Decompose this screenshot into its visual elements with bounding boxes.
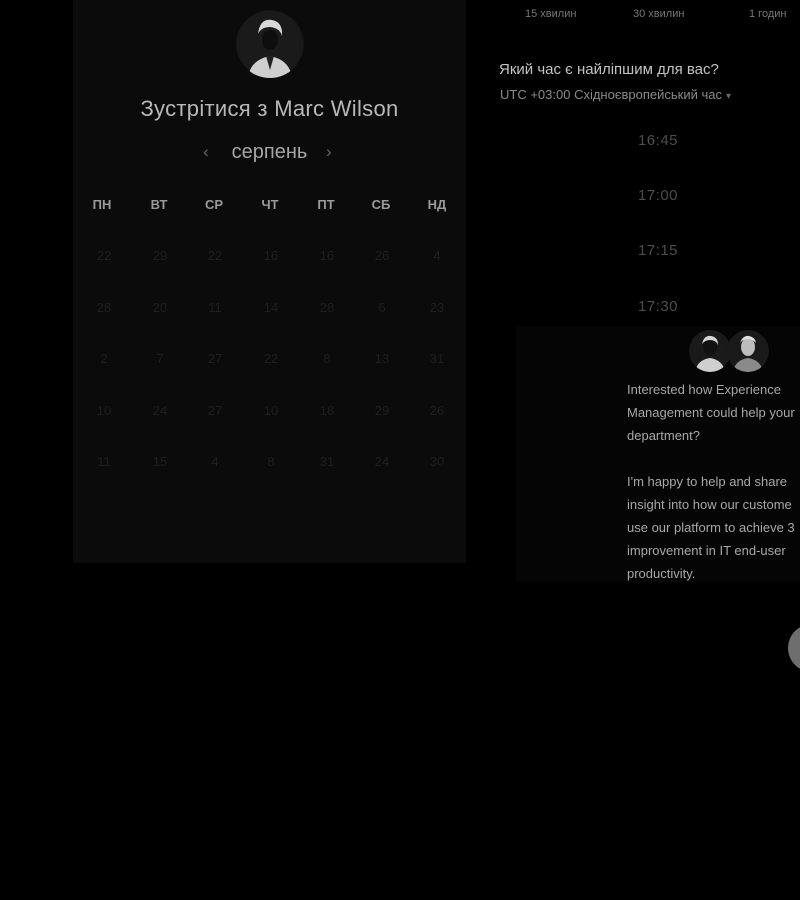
weekday-header: СБ — [371, 197, 391, 212]
calendar-day[interactable]: 13 — [362, 351, 402, 366]
weekday-header: ВТ — [150, 197, 168, 212]
calendar-day[interactable]: 10 — [251, 403, 291, 418]
calendar-day[interactable]: 27 — [195, 403, 235, 418]
time-slot[interactable]: 16:45 — [523, 121, 793, 161]
calendar-day[interactable]: 28 — [307, 300, 347, 315]
page-title: Зустрітися з Marc Wilson — [140, 96, 399, 121]
chat-message: Interested how Experience Management cou… — [627, 382, 795, 443]
time-slot[interactable]: 17:15 — [523, 231, 793, 271]
calendar-day[interactable]: 22 — [251, 351, 291, 366]
calendar-day[interactable]: 26 — [417, 403, 457, 418]
calendar-day[interactable]: 16 — [251, 248, 291, 263]
calendar-day[interactable]: 6 — [362, 300, 402, 315]
calendar-day[interactable]: 4 — [417, 248, 457, 263]
calendar-day[interactable]: 23 — [417, 300, 457, 315]
timezone-select[interactable]: UTC +03:00 Східноєвропейський час ▾ — [500, 87, 731, 102]
calendar-day[interactable]: 7 — [140, 351, 180, 366]
time-slot[interactable]: 17:30 — [523, 287, 793, 327]
calendar-day[interactable]: 29 — [140, 248, 180, 263]
calendar-day[interactable]: 20 — [140, 300, 180, 315]
time-slot[interactable]: 17:00 — [523, 176, 793, 216]
duration-30[interactable]: 30 хвилин — [633, 8, 684, 20]
chat-avatar — [689, 330, 731, 372]
calendar-day[interactable]: 4 — [195, 454, 235, 469]
calendar-day[interactable]: 8 — [251, 454, 291, 469]
caret-down-icon: ▾ — [725, 91, 731, 102]
chat-avatar-icon — [689, 330, 731, 372]
chat-launcher-icon[interactable] — [788, 624, 800, 672]
calendar-day[interactable]: 29 — [362, 403, 402, 418]
calendar-day[interactable]: 11 — [84, 454, 124, 469]
duration-60[interactable]: 1 годин — [749, 8, 786, 20]
chevron-right-icon[interactable]: › — [326, 142, 332, 162]
calendar-day[interactable]: 18 — [307, 403, 347, 418]
calendar-day[interactable]: 24 — [140, 403, 180, 418]
chat-message: I'm happy to help and share insight into… — [627, 474, 795, 581]
calendar-day[interactable]: 11 — [195, 300, 235, 315]
chat-avatar-icon — [727, 330, 769, 372]
calendar-panel — [73, 0, 466, 563]
calendar-day[interactable]: 15 — [140, 454, 180, 469]
weekday-header: ЧТ — [261, 197, 279, 212]
calendar-day[interactable]: 26 — [362, 248, 402, 263]
calendar-day[interactable]: 31 — [417, 351, 457, 366]
calendar-day[interactable]: 22 — [84, 248, 124, 263]
calendar-day[interactable]: 28 — [84, 300, 124, 315]
weekday-header: НД — [427, 197, 447, 212]
calendar-day[interactable]: 31 — [307, 454, 347, 469]
calendar-day[interactable]: 24 — [362, 454, 402, 469]
weekday-header: СР — [204, 197, 224, 212]
month-navigation: ‹ серпень › — [73, 141, 466, 167]
calendar-day[interactable]: 14 — [251, 300, 291, 315]
weekday-header: ПТ — [317, 197, 335, 212]
calendar-day[interactable]: 8 — [307, 351, 347, 366]
chat-avatar — [727, 330, 769, 372]
timezone-label: UTC +03:00 Східноєвропейський час — [500, 87, 722, 102]
host-avatar — [236, 10, 304, 78]
duration-15[interactable]: 15 хвилин — [525, 8, 576, 20]
calendar-day[interactable]: 22 — [195, 248, 235, 263]
calendar-day[interactable]: 10 — [84, 403, 124, 418]
calendar-day[interactable]: 30 — [417, 454, 457, 469]
host-avatar-icon — [237, 11, 303, 78]
month-label: серпень — [231, 141, 308, 163]
calendar-day[interactable]: 27 — [195, 351, 235, 366]
weekday-header: ПН — [92, 197, 112, 212]
time-question: Який час є найліпшим для вас? — [499, 61, 719, 78]
calendar-day[interactable]: 16 — [307, 248, 347, 263]
calendar-day[interactable]: 2 — [84, 351, 124, 366]
